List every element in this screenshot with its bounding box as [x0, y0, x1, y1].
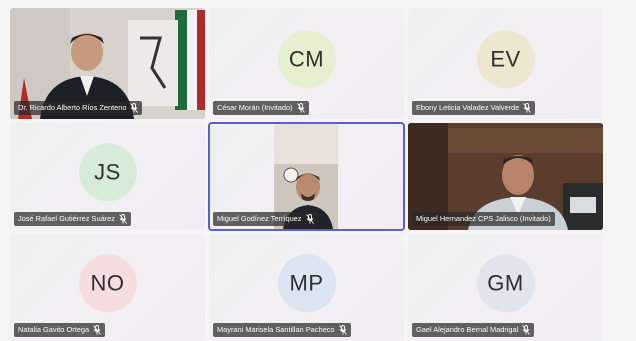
participant-name-label: César Morán (Invitado) — [213, 101, 309, 115]
mic-muted-icon — [93, 325, 101, 335]
mic-muted-icon — [296, 103, 305, 113]
participant-tile-miguel-godinez[interactable]: Miguel Godínez Terríquez — [208, 122, 405, 231]
participant-name-label: Natalia Gavito Ortega — [14, 323, 106, 337]
participant-name-label: José Rafael Gutiérrez Suárez — [14, 212, 131, 226]
participant-avatar: CM — [277, 29, 336, 88]
mic-muted-icon — [119, 214, 127, 224]
participant-avatar: MP — [277, 253, 336, 312]
mic-muted-icon — [338, 325, 347, 335]
participant-avatar: EV — [476, 29, 535, 88]
mic-muted-icon — [305, 214, 314, 224]
participant-name-label: Gael Alejandro Bernal Madrigal — [412, 323, 535, 337]
participant-name-label: Dr. Ricardo Alberto Ríos Zenteno — [14, 101, 143, 115]
participant-name-label: Miguel Godínez Terríquez — [213, 212, 318, 226]
mic-muted-icon — [523, 103, 532, 113]
participant-tile-jose[interactable]: JS José Rafael Gutiérrez Suárez — [10, 123, 205, 230]
participant-name-label: Ebony Leticia Valadez Valverde — [412, 101, 536, 115]
participant-tile-gael[interactable]: GM Gael Alejandro Bernal Madrigal — [408, 234, 603, 341]
mic-muted-icon — [130, 103, 139, 113]
participant-tile-mayrani[interactable]: MP Mayrani Marisela Santillan Pacheco — [209, 234, 404, 341]
participant-avatar: NO — [78, 253, 137, 312]
participant-tile-cesar[interactable]: CM César Morán (Invitado) — [209, 8, 404, 119]
participant-name-label: Miguel Hernandez CPS Jalisco (Invitado) — [412, 212, 555, 226]
participant-tile-ebony[interactable]: EV Ebony Leticia Valadez Valverde — [408, 8, 603, 119]
participant-tile-miguel-hernandez[interactable]: Miguel Hernandez CPS Jalisco (Invitado) — [408, 123, 603, 230]
participant-name-label: Mayrani Marisela Santillan Pacheco — [213, 323, 351, 337]
mic-muted-icon — [522, 325, 531, 335]
participant-avatar: GM — [476, 253, 535, 312]
participant-tile-natalia[interactable]: NO Natalia Gavito Ortega — [10, 234, 205, 341]
participant-avatar: JS — [78, 142, 137, 201]
participant-tile-ricardo[interactable]: Dr. Ricardo Alberto Ríos Zenteno — [10, 8, 205, 119]
right-side-rail — [610, 8, 636, 340]
